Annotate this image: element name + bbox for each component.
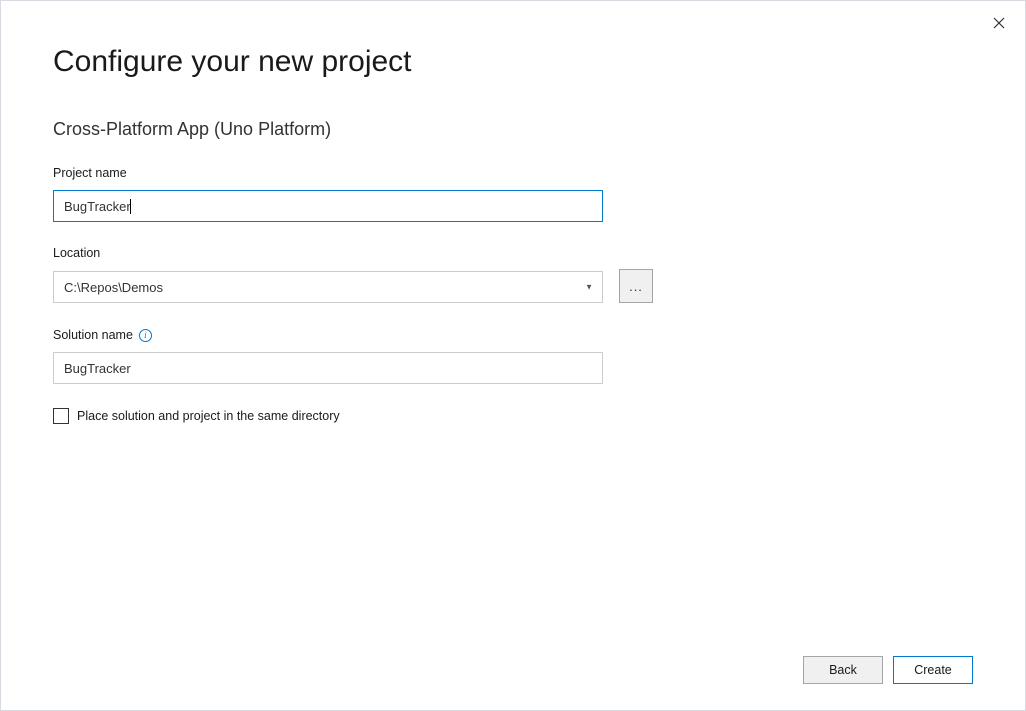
- same-directory-row: Place solution and project in the same d…: [53, 408, 973, 424]
- solution-name-label: Solution name: [53, 328, 133, 342]
- close-button[interactable]: [987, 11, 1011, 35]
- project-name-value: BugTracker: [64, 199, 131, 214]
- location-row: ▼ ...: [53, 270, 973, 304]
- solution-name-label-row: Solution name i: [53, 328, 973, 342]
- solution-name-group: Solution name i: [53, 328, 973, 384]
- location-input[interactable]: [53, 271, 603, 303]
- same-directory-label: Place solution and project in the same d…: [77, 409, 340, 423]
- location-group: Location ▼ ...: [53, 246, 973, 304]
- dialog-footer: Back Create: [803, 656, 973, 684]
- template-name: Cross-Platform App (Uno Platform): [53, 119, 973, 140]
- solution-name-input[interactable]: [53, 352, 603, 384]
- browse-button[interactable]: ...: [619, 269, 653, 303]
- location-combo[interactable]: ▼: [53, 271, 603, 303]
- project-name-input[interactable]: BugTracker: [53, 190, 603, 222]
- info-icon[interactable]: i: [139, 329, 152, 342]
- project-name-label: Project name: [53, 166, 973, 180]
- text-cursor: [130, 199, 131, 214]
- create-button[interactable]: Create: [893, 656, 973, 684]
- back-button[interactable]: Back: [803, 656, 883, 684]
- dialog-content: Configure your new project Cross-Platfor…: [1, 1, 1025, 424]
- same-directory-checkbox[interactable]: [53, 408, 69, 424]
- page-title: Configure your new project: [53, 45, 973, 79]
- project-name-group: Project name BugTracker: [53, 166, 973, 222]
- close-icon: [993, 17, 1005, 29]
- location-label: Location: [53, 246, 973, 260]
